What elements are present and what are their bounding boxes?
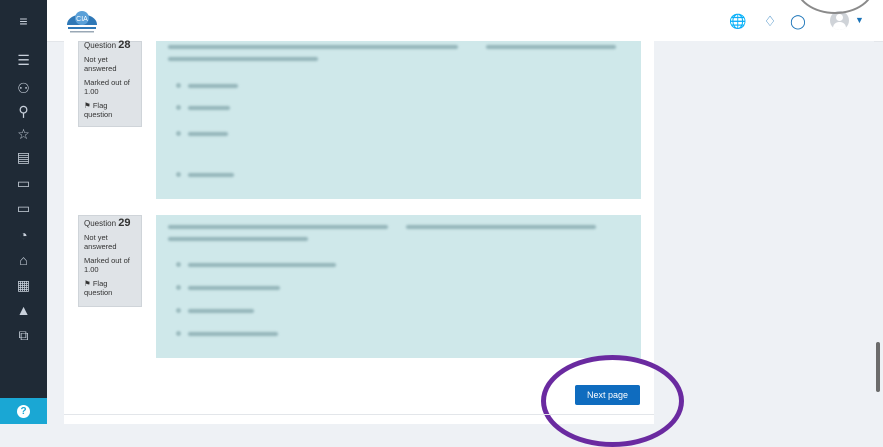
- calendar-icon[interactable]: ▦: [0, 274, 47, 296]
- content-bottom-border: [64, 414, 654, 415]
- right-blank-area: [654, 41, 874, 424]
- help-button[interactable]: ?: [0, 398, 47, 424]
- question-marks: Marked out of 1.00: [84, 256, 130, 274]
- question-number-value: 29: [118, 217, 131, 229]
- bell-icon[interactable]: ♢: [762, 12, 778, 30]
- flag-icon: ⚑: [84, 279, 91, 288]
- scrollbar[interactable]: [876, 342, 880, 392]
- help-icon: ?: [17, 404, 30, 418]
- question-text-panel-29: [156, 215, 641, 358]
- logo-text: CIA: [76, 16, 88, 23]
- folder-icon[interactable]: ▭: [0, 172, 47, 194]
- users-icon[interactable]: ⚇: [0, 77, 47, 99]
- home-icon[interactable]: ⌂: [0, 249, 47, 271]
- chevron-down-icon[interactable]: ▼: [855, 15, 864, 25]
- question-label: Question: [84, 219, 117, 228]
- menu-icon[interactable]: ≡: [0, 10, 47, 32]
- globe-icon[interactable]: 🌐: [729, 12, 747, 30]
- graduation-cap-icon[interactable]: ▲: [0, 299, 47, 321]
- question-marks: Marked out of 1.00: [84, 78, 130, 96]
- badge-icon[interactable]: ⚲: [0, 100, 47, 122]
- question-label: Question: [84, 41, 117, 50]
- star-icon[interactable]: ☆: [0, 123, 47, 145]
- top-navbar: CIA 🌐 ♢ ◯ ▼: [47, 0, 883, 42]
- question-number-value: 28: [118, 39, 131, 51]
- question-number: Question 29: [84, 217, 136, 229]
- flag-question-link[interactable]: ⚑ Flag question: [84, 101, 136, 119]
- question-info-29: Question 29 Not yet answered Marked out …: [78, 215, 142, 307]
- flag-icon: ⚑: [84, 101, 91, 110]
- flag-question-link[interactable]: ⚑ Flag question: [84, 279, 136, 297]
- next-page-button[interactable]: Next page: [575, 385, 640, 405]
- question-status: Not yet answered: [84, 55, 117, 73]
- folder-icon[interactable]: ▭: [0, 197, 47, 219]
- chat-icon[interactable]: ◯: [790, 12, 806, 30]
- question-text-panel-28: [156, 41, 641, 199]
- dashboard-icon[interactable]: ◔: [0, 224, 47, 246]
- left-sidebar: ≡ ☰ ⚇ ⚲ ☆ ▤ ▭ ▭ ◔ ⌂ ▦ ▲ ⧉ ?: [0, 0, 47, 424]
- question-status: Not yet answered: [84, 233, 117, 251]
- book-icon[interactable]: ▤: [0, 146, 47, 168]
- site-logo[interactable]: CIA: [61, 3, 103, 37]
- copy-icon[interactable]: ⧉: [0, 324, 47, 346]
- question-info-28: Question 28 Not yet answered Marked out …: [78, 39, 142, 127]
- list-icon[interactable]: ☰: [0, 49, 47, 71]
- question-number: Question 28: [84, 39, 136, 51]
